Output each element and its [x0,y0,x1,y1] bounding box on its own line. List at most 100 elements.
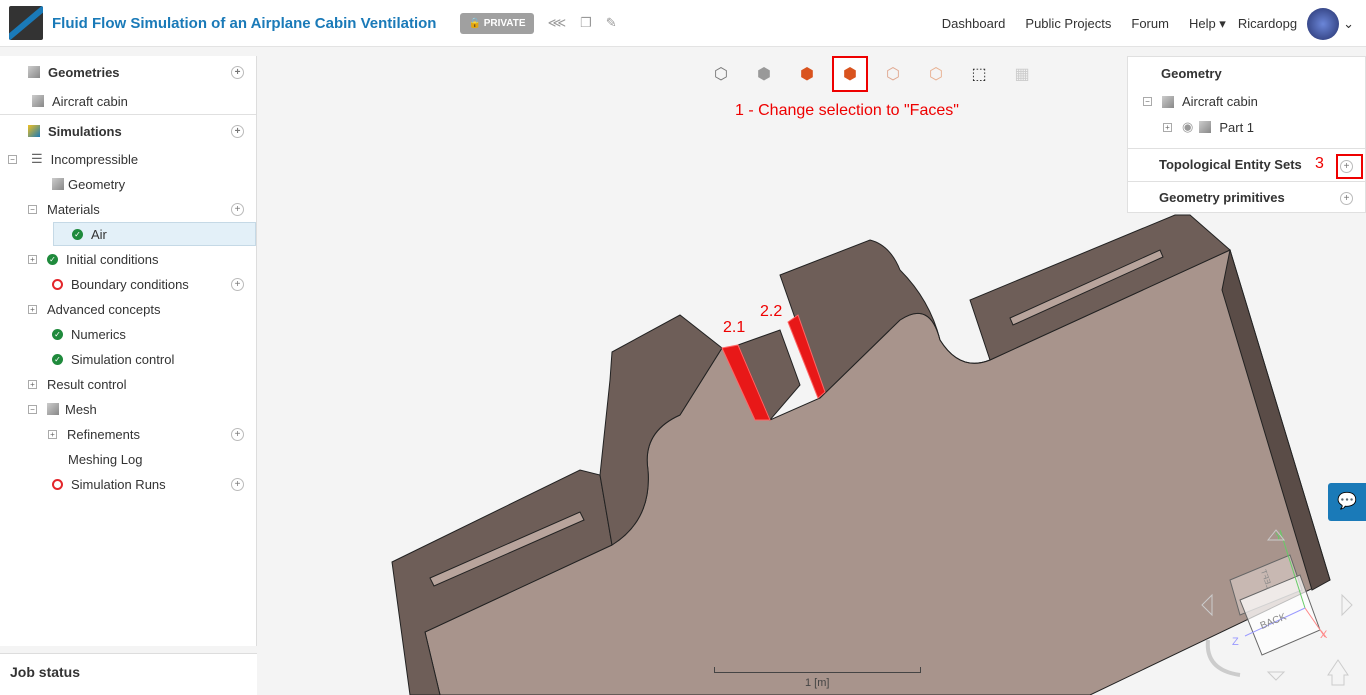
axis-z: Z [1232,636,1239,648]
expand-icon[interactable]: + [1163,122,1172,132]
geometry-heading[interactable]: Geometry [1161,66,1222,81]
chevron-down-icon[interactable]: ⌄ [1343,16,1354,32]
eye-icon[interactable]: ◉ [1182,119,1193,135]
project-title: Fluid Flow Simulation of an Airplane Cab… [52,14,437,32]
share-icon[interactable]: ⋘ [548,15,567,31]
tree-numerics[interactable]: ✓ Numerics [0,322,256,346]
tree-incompressible[interactable]: − ☰ Incompressible [0,147,256,171]
geometry-icon [32,95,44,107]
select-vertices-icon[interactable]: ⬡ [918,56,954,92]
add-material-button[interactable]: + [231,202,244,216]
solid-cube-icon[interactable]: ⬢ [746,56,782,92]
add-run-button[interactable]: + [231,477,244,491]
rotate-down-icon[interactable] [1266,671,1286,681]
label: Simulation Runs [71,476,166,492]
private-label: PRIVATE [483,17,526,29]
select-volumes-icon[interactable]: ⬢ [789,56,825,92]
selection-toolbar: ⬡ ⬢ ⬢ ⬢ ⬡ ⬡ ⬚ ▦ [703,56,1047,92]
geometry-icon [1162,95,1174,108]
tree-refinements[interactable]: + Refinements + [0,422,256,446]
label: Geometry [68,176,126,192]
nav-help[interactable]: Help ▾ [1189,16,1226,32]
nav-dashboard[interactable]: Dashboard [942,16,1006,31]
label: Result control [47,376,127,392]
tree-simulation-runs[interactable]: Simulation Runs + [0,472,256,496]
label: Simulation control [71,351,175,367]
annotation-step-1: 1 - Change selection to "Faces" [735,102,959,119]
tree-air[interactable]: ✓ Air [53,222,256,246]
tree-meshing-log[interactable]: Meshing Log [0,447,256,471]
check-icon: ✓ [52,328,63,340]
tree-mesh[interactable]: − Mesh [0,397,256,421]
geometry-panel: Geometry − Aircraft cabin + ◉ Part 1 Topolo… [1127,56,1366,213]
geometry-ok-icon [52,178,64,190]
tree-simulation-control[interactable]: ✓ Simulation control [0,347,256,371]
label: Mesh [65,401,97,417]
chat-button[interactable]: 💬 [1328,483,1366,521]
collapse-icon[interactable]: − [28,204,37,214]
nav-user[interactable]: Ricardopg [1238,16,1297,31]
part-icon [1199,121,1212,133]
add-boundary-condition-button[interactable]: + [231,277,244,291]
check-icon: ✓ [52,353,63,365]
add-refinement-button[interactable]: + [231,427,244,441]
tree-materials[interactable]: − Materials + [0,197,256,221]
label: Simulations [48,123,122,139]
nav-public-projects[interactable]: Public Projects [1025,16,1111,31]
copy-icon[interactable]: ❐ [580,15,592,31]
add-entity-set-button[interactable]: + [1340,160,1353,173]
select-faces-icon[interactable]: ⬢ [832,56,868,92]
check-icon: ✓ [72,228,83,240]
tree-boundary-conditions[interactable]: Boundary conditions + [0,272,256,296]
error-icon [52,478,63,490]
collapse-icon[interactable]: − [28,404,37,414]
label: Part 1 [1219,119,1255,135]
simulation-tree: Geometries + Aircraft cabin Simulations + … [0,56,257,646]
tree-advanced-concepts[interactable]: + Advanced concepts [0,297,256,321]
tree-aircraft-cabin[interactable]: Aircraft cabin [0,89,256,113]
tree-result-control[interactable]: + Result control [0,372,256,396]
label: Boundary conditions [71,276,189,292]
rotate-right-icon[interactable] [1341,593,1353,617]
label: Advanced concepts [47,301,161,317]
add-primitive-button[interactable]: + [1340,192,1353,205]
volume-wireframe-icon[interactable]: ⬡ [703,56,739,92]
label: Aircraft cabin [1182,94,1258,109]
tree-simulations[interactable]: Simulations + [0,119,256,143]
label: Numerics [71,326,126,342]
label: Materials [47,201,100,217]
geometries-icon [28,66,40,78]
aircraft-cabin-node[interactable]: − Aircraft cabin [1143,94,1258,109]
geometry-primitives-heading[interactable]: Geometry primitives [1159,190,1285,205]
label: Initial conditions [66,251,159,267]
nav-forum[interactable]: Forum [1131,16,1169,31]
tree-geometries[interactable]: Geometries + [0,60,256,84]
collapse-icon[interactable]: − [8,154,17,164]
expand-icon[interactable]: + [28,254,37,264]
expand-icon[interactable]: + [48,429,57,439]
app-logo[interactable] [9,6,43,40]
add-simulation-button[interactable]: + [231,124,244,138]
label: Aircraft cabin [52,93,128,109]
add-geometry-button[interactable]: + [231,65,244,79]
tree-initial-conditions[interactable]: + ✓ Initial conditions [0,247,256,271]
avatar[interactable] [1307,7,1340,40]
mesh-icon[interactable]: ▦ [1004,56,1040,92]
select-edges-icon[interactable]: ⬡ [875,56,911,92]
private-badge: 🔒 PRIVATE [460,12,534,34]
job-status-title: Job status [10,664,81,680]
tree-geometry[interactable]: Geometry [0,172,256,196]
job-status-panel[interactable]: Job status [0,653,257,695]
expand-icon[interactable]: + [28,379,37,389]
axis-x: X [1320,629,1328,641]
home-icon[interactable] [1327,659,1349,686]
mesh-icon [47,403,59,415]
expand-icon[interactable]: + [28,304,37,314]
part-1-node[interactable]: + ◉ Part 1 [1163,119,1254,135]
edit-icon[interactable]: ✎ [606,15,617,31]
collapse-icon[interactable]: − [1143,97,1152,106]
check-icon: ✓ [47,253,58,265]
scale-bar [714,667,921,673]
topological-entity-sets-heading[interactable]: Topological Entity Sets [1159,157,1302,172]
box-select-icon[interactable]: ⬚ [961,56,997,92]
